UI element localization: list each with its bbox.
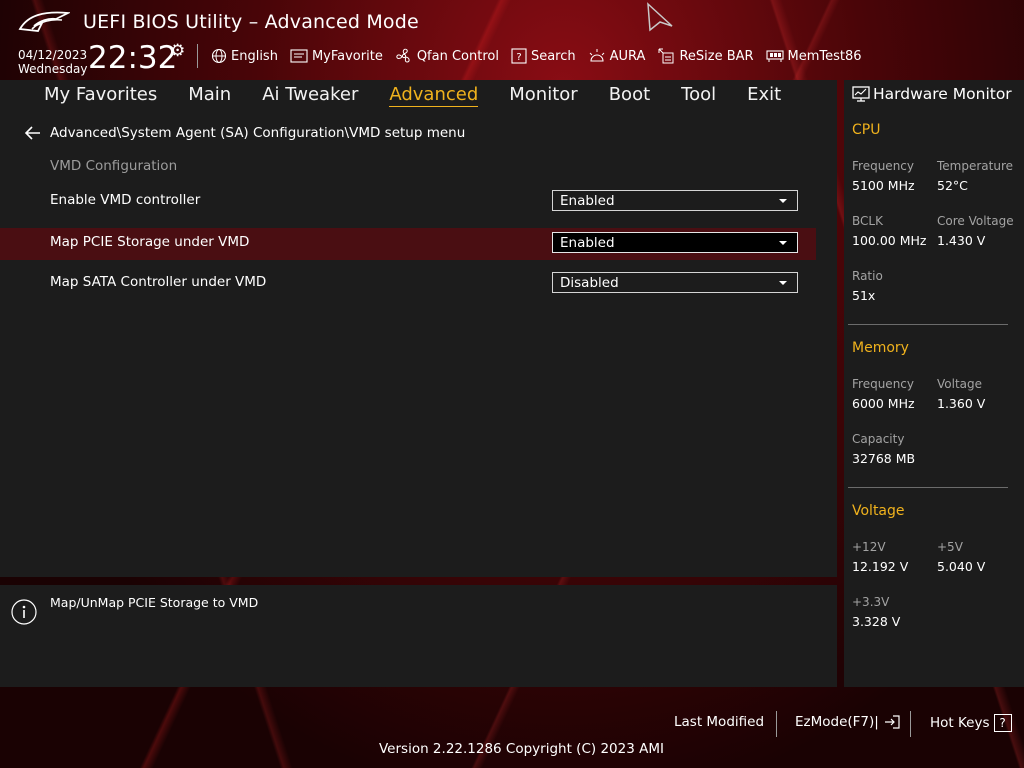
memory-voltage-label: Voltage [937, 377, 983, 391]
back-arrow-icon[interactable] [24, 125, 42, 141]
favorite-icon [290, 49, 308, 63]
chevron-down-icon [779, 199, 787, 203]
myfavorite-label: MyFavorite [311, 48, 383, 64]
setting-label-enable-vmd: Enable VMD controller [50, 192, 201, 208]
voltage-3v3-label: +3.3V [852, 595, 890, 609]
memtest86-button[interactable]: MemTest86 [765, 47, 862, 65]
fan-icon [396, 48, 410, 63]
memory-voltage-value: 1.360 V [937, 396, 986, 411]
toolbar: English MyFavorite Qfan Control ? Search… [211, 47, 862, 65]
main-nav: My Favorites Main Ai Tweaker Advanced Monito… [44, 84, 781, 107]
cpu-frequency-label: Frequency [852, 159, 914, 173]
voltage-5v-label: +5V [937, 540, 963, 554]
resize-bar-icon [658, 48, 674, 64]
tab-my-favorites[interactable]: My Favorites [44, 84, 157, 107]
setting-label-map-sata: Map SATA Controller under VMD [50, 274, 267, 290]
aura-icon [589, 49, 604, 62]
myfavorite-button[interactable]: MyFavorite [290, 47, 383, 65]
cpu-temperature-label: Temperature [937, 159, 1014, 173]
question-box-icon: ? [993, 714, 1012, 732]
tab-boot[interactable]: Boot [609, 84, 650, 107]
footer-divider [910, 711, 911, 737]
date-text: 04/12/2023 [18, 48, 88, 62]
tab-tool[interactable]: Tool [681, 84, 716, 107]
language-label: English [231, 48, 278, 64]
globe-icon [211, 48, 227, 64]
last-modified-button[interactable]: Last Modified [674, 714, 764, 730]
cpu-ratio-value: 51x [852, 288, 876, 303]
ezmode-label: EzMode(F7)| [795, 714, 879, 730]
tab-monitor[interactable]: Monitor [509, 84, 577, 107]
hardware-monitor-title: Hardware Monitor [873, 85, 1012, 103]
memory-capacity-label: Capacity [852, 432, 905, 446]
memory-icon [765, 50, 784, 62]
hw-divider [848, 487, 1008, 488]
cpu-ratio-label: Ratio [852, 269, 883, 283]
monitor-icon [852, 86, 870, 102]
cpu-bclk-value: 100.00 MHz [852, 233, 927, 248]
cpu-temperature-value: 52°C [937, 178, 968, 193]
dropdown-value: Enabled [560, 192, 615, 209]
voltage-section-title: Voltage [852, 503, 905, 519]
chevron-down-icon [779, 241, 787, 245]
voltage-12v-label: +12V [852, 540, 886, 554]
last-modified-label: Last Modified [674, 714, 765, 730]
tab-ai-tweaker[interactable]: Ai Tweaker [262, 84, 358, 107]
tab-exit[interactable]: Exit [747, 84, 781, 107]
voltage-5v-value: 5.040 V [937, 559, 986, 574]
memtest86-label: MemTest86 [787, 48, 862, 64]
cpu-bclk-label: BCLK [852, 214, 883, 228]
chevron-down-icon [779, 281, 787, 285]
weekday-text: Wednesday [18, 62, 88, 76]
cpu-core-voltage-label: Core Voltage [937, 214, 1014, 228]
memory-frequency-value: 6000 MHz [852, 396, 915, 411]
clock-time: 22:32 [88, 40, 178, 76]
memory-frequency-label: Frequency [852, 377, 914, 391]
memory-capacity-value: 32768 MB [852, 451, 916, 466]
help-text: Map/UnMap PCIE Storage to VMD [50, 595, 259, 610]
aura-button[interactable]: AURA [588, 47, 646, 65]
language-button[interactable]: English [211, 47, 278, 65]
map-pcie-dropdown[interactable]: Enabled [552, 232, 798, 253]
qfan-control-label: Qfan Control [416, 48, 499, 64]
cpu-frequency-value: 5100 MHz [852, 178, 915, 193]
footer-divider [776, 711, 777, 737]
qfan-control-button[interactable]: Qfan Control [395, 47, 499, 65]
voltage-3v3-value: 3.328 V [852, 614, 901, 629]
info-icon [11, 599, 37, 625]
resize-bar-label: ReSize BAR [679, 48, 754, 64]
gear-icon[interactable]: ⚙ [170, 41, 185, 61]
dropdown-value: Enabled [560, 234, 615, 251]
window-title: UEFI BIOS Utility – Advanced Mode [83, 11, 419, 33]
rog-logo-icon [18, 11, 70, 32]
header-divider [197, 44, 198, 68]
aura-label: AURA [609, 48, 646, 64]
section-title: VMD Configuration [50, 158, 178, 174]
exit-arrow-icon [884, 715, 900, 729]
cpu-core-voltage-value: 1.430 V [937, 233, 986, 248]
search-label: Search [530, 48, 576, 64]
question-box-icon: ? [511, 48, 527, 64]
tab-advanced[interactable]: Advanced [389, 84, 479, 107]
memory-section-title: Memory [852, 340, 909, 356]
version-text: Version 2.22.1286 Copyright (C) 2023 AMI [379, 741, 664, 757]
date-display: 04/12/2023 Wednesday [18, 48, 87, 76]
ezmode-button[interactable]: EzMode(F7)| [795, 714, 901, 730]
tab-main[interactable]: Main [188, 84, 231, 107]
voltage-12v-value: 12.192 V [852, 559, 909, 574]
hot-keys-button[interactable]: Hot Keys ? [930, 714, 1012, 732]
hot-keys-label: Hot Keys [930, 715, 990, 731]
setting-label-map-pcie: Map PCIE Storage under VMD [50, 234, 250, 250]
search-button[interactable]: ? Search [511, 47, 576, 65]
resize-bar-button[interactable]: ReSize BAR [657, 47, 754, 65]
enable-vmd-dropdown[interactable]: Enabled [552, 190, 798, 211]
svg-text:?: ? [516, 52, 521, 63]
cpu-section-title: CPU [852, 122, 881, 138]
settings-panel [0, 112, 837, 577]
hw-divider [848, 324, 1008, 325]
map-sata-dropdown[interactable]: Disabled [552, 272, 798, 293]
rog-mark-icon [647, 2, 673, 32]
breadcrumb: Advanced\System Agent (SA) Configuration… [50, 125, 466, 141]
dropdown-value: Disabled [560, 274, 619, 291]
